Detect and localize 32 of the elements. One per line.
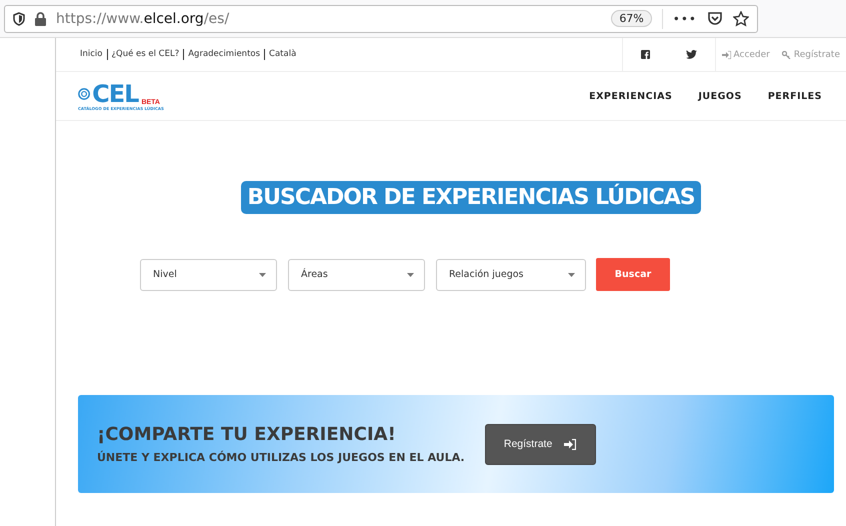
banner-title: ¡COMPARTE TU EXPERIENCIA!	[97, 424, 397, 445]
facebook-icon[interactable]	[641, 50, 650, 59]
filter-dropdown[interactable]: Nivel	[140, 258, 277, 290]
twitter-icon[interactable]	[686, 50, 697, 59]
register-button[interactable]: Regístrate	[484, 424, 596, 464]
caret-icon	[568, 272, 575, 276]
nav-link[interactable]: EXPERIENCIAS	[589, 90, 672, 102]
top-link[interactable]: Català	[265, 49, 300, 60]
sign-in-icon	[564, 438, 576, 450]
zoom-level-badge[interactable]: 67%	[611, 10, 652, 27]
lock-icon[interactable]	[35, 12, 46, 26]
nav-link[interactable]: JUEGOS	[698, 90, 742, 102]
sign-in-icon	[722, 50, 730, 58]
top-link[interactable]: ¿Qué es el CEL?	[108, 49, 184, 60]
logo-text[interactable]: CEL	[92, 82, 138, 106]
banner-subtitle: ÚNETE Y EXPLICA CÓMO UTILIZAS LOS JUEGOS EN EL AULA.	[97, 451, 465, 464]
top-link[interactable]: Agradecimientos	[184, 49, 266, 60]
page-actions-menu[interactable]: •••	[672, 12, 697, 26]
star-icon[interactable]	[733, 10, 749, 26]
key-icon	[782, 50, 791, 58]
address-bar[interactable]: https://www.elcel.org/es/ 67% •••	[4, 4, 758, 32]
filter-dropdown[interactable]: Relación juegos	[436, 258, 586, 290]
filter-dropdown[interactable]: Áreas	[288, 258, 425, 290]
url-text: https://www.elcel.org/es/	[56, 10, 230, 26]
pocket-icon[interactable]	[707, 11, 723, 26]
top-link[interactable]: Inicio	[80, 49, 108, 60]
caret-icon	[259, 272, 266, 276]
page-heading: BUSCADOR DE EXPERIENCIAS LÚDICAS	[241, 181, 701, 214]
caret-icon	[407, 272, 414, 276]
shield-icon[interactable]	[13, 12, 25, 26]
search-button[interactable]: Buscar	[596, 258, 670, 291]
nav-link[interactable]: PERFILES	[768, 90, 822, 102]
